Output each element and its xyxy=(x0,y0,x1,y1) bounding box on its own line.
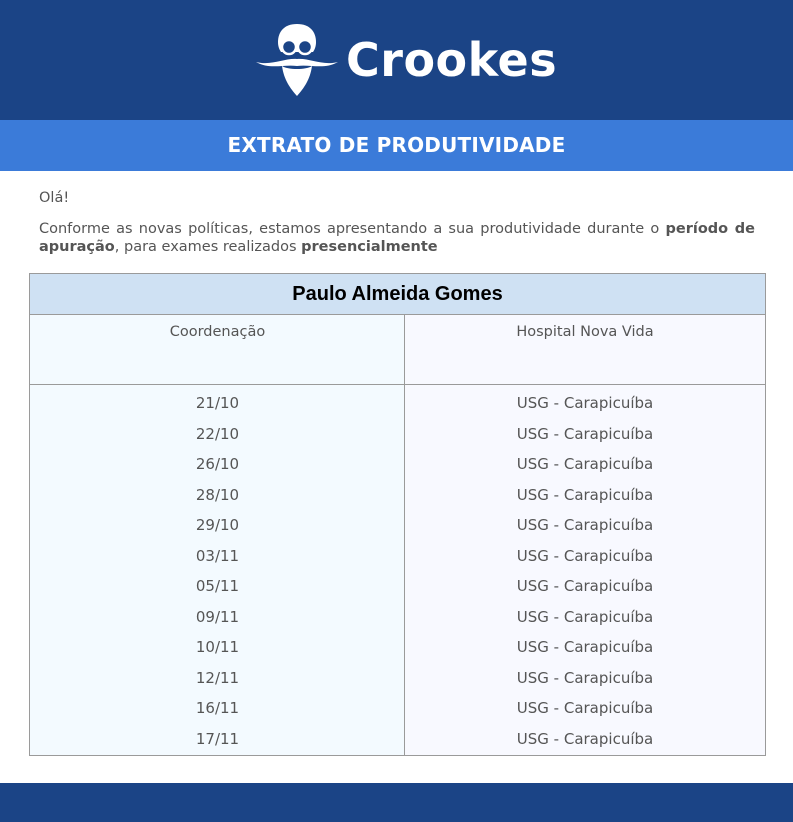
table-row: 03/11 USG - Carapicuíba xyxy=(30,545,765,576)
intro-paragraph: Conforme as novas políticas, estamos apr… xyxy=(39,220,755,256)
person-name: Paulo Almeida Gomes xyxy=(30,274,765,315)
productivity-table: Paulo Almeida Gomes Coordenação Hospital… xyxy=(29,273,766,756)
row-location: USG - Carapicuíba xyxy=(516,607,654,626)
column-header-hospital: Hospital Nova Vida xyxy=(516,324,654,340)
row-location: USG - Carapicuíba xyxy=(516,516,654,534)
row-location: USG - Carapicuíba xyxy=(516,424,654,443)
greeting-text: Olá! xyxy=(39,190,70,206)
row-date: 28/10 xyxy=(195,485,240,504)
row-date: 21/10 xyxy=(195,394,240,412)
row-date: 03/11 xyxy=(195,546,240,565)
row-location: USG - Carapicuíba xyxy=(516,485,654,504)
table-rows: 21/10 USG - Carapicuíba 22/10 USG - Cara… xyxy=(30,392,765,758)
table-row: 22/10 USG - Carapicuíba xyxy=(30,423,765,454)
table-row: 09/11 USG - Carapicuíba xyxy=(30,606,765,637)
row-location: USG - Carapicuíba xyxy=(516,455,654,473)
table-row: 16/11 USG - Carapicuíba xyxy=(30,697,765,728)
table-row: 17/11 USG - Carapicuíba xyxy=(30,728,765,759)
row-location: USG - Carapicuíba xyxy=(516,394,654,412)
table-row: 26/10 USG - Carapicuíba xyxy=(30,453,765,484)
table-row: 29/10 USG - Carapicuíba xyxy=(30,514,765,545)
intro-bold-mode: presencialmente xyxy=(301,239,438,255)
intro-text-2: , para exames realizados xyxy=(114,239,302,255)
page-title: EXTRATO DE PRODUTIVIDADE xyxy=(0,120,793,171)
row-date: 10/11 xyxy=(195,638,240,656)
row-location: USG - Carapicuíba xyxy=(516,577,654,595)
row-date: 05/11 xyxy=(195,577,240,595)
row-location: USG - Carapicuíba xyxy=(516,546,654,565)
intro-text-1: Conforme as novas políticas, estamos apr… xyxy=(39,221,666,237)
row-date: 12/11 xyxy=(195,668,240,687)
header-divider xyxy=(30,384,765,385)
brand-name: Crookes xyxy=(346,33,558,87)
bearded-professor-logo-icon xyxy=(256,24,338,96)
table-row: 12/11 USG - Carapicuíba xyxy=(30,667,765,698)
row-location: USG - Carapicuíba xyxy=(516,729,654,748)
row-date: 16/11 xyxy=(195,699,240,717)
row-date: 26/10 xyxy=(195,455,240,473)
message-body: Olá! Conforme as novas políticas, estamo… xyxy=(39,188,755,256)
column-header-coordination: Coordenação xyxy=(169,324,266,340)
table-row: 05/11 USG - Carapicuíba xyxy=(30,575,765,606)
email-header: Crookes xyxy=(0,0,793,120)
table-row: 21/10 USG - Carapicuíba xyxy=(30,392,765,423)
table-row: 10/11 USG - Carapicuíba xyxy=(30,636,765,667)
row-date: 29/10 xyxy=(195,516,240,534)
row-date: 17/11 xyxy=(195,729,240,748)
brand-logo: Crookes xyxy=(254,20,557,100)
table-row: 28/10 USG - Carapicuíba xyxy=(30,484,765,515)
row-date: 09/11 xyxy=(195,607,240,626)
email-footer xyxy=(0,783,793,822)
row-location: USG - Carapicuíba xyxy=(516,668,654,687)
row-date: 22/10 xyxy=(195,424,240,443)
row-location: USG - Carapicuíba xyxy=(516,699,654,717)
row-location: USG - Carapicuíba xyxy=(516,638,654,656)
